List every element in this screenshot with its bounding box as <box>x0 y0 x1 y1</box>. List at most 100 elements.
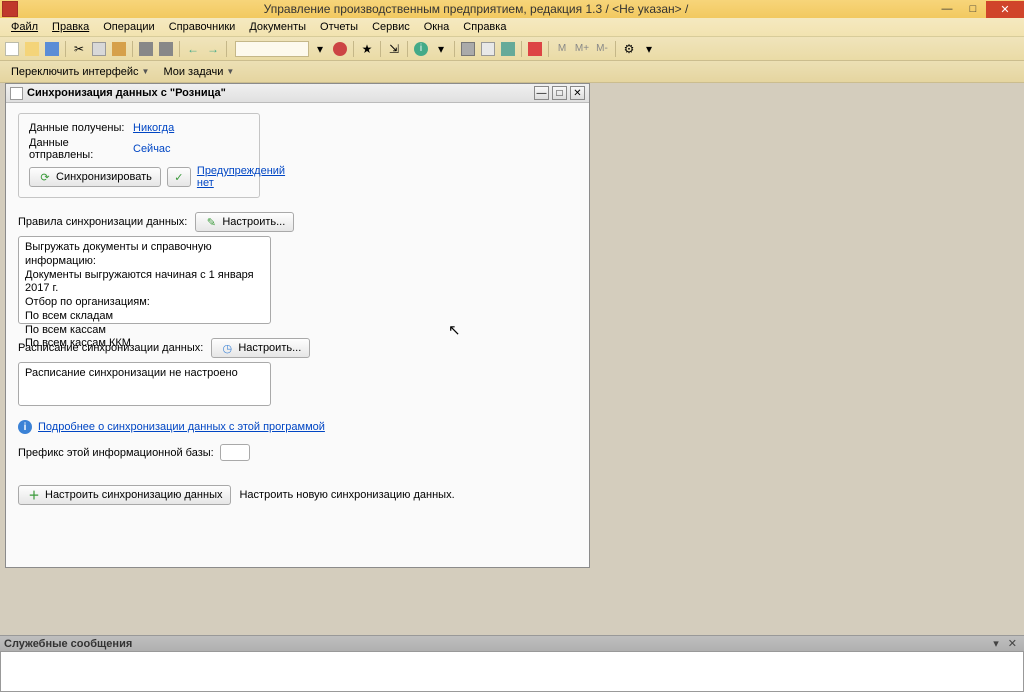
sent-value: Сейчас <box>133 143 171 155</box>
menu-windows[interactable]: Окна <box>417 19 457 35</box>
menu-operations[interactable]: Операции <box>96 19 161 35</box>
menu-reports[interactable]: Отчеты <box>313 19 365 35</box>
paste-icon[interactable] <box>110 40 128 58</box>
m-minus-button[interactable]: M- <box>593 40 611 58</box>
calendar-icon[interactable] <box>479 40 497 58</box>
menu-bar: Файл Правка Операции Справочники Докумен… <box>0 18 1024 37</box>
schedule-textarea[interactable]: Расписание синхронизации не настроено <box>18 362 271 406</box>
rules-label: Правила синхронизации данных: <box>18 216 187 228</box>
help-icon[interactable]: i <box>412 40 430 58</box>
plus-icon: ＋ <box>27 488 41 502</box>
warnings-link[interactable]: Предупреждений нет <box>197 165 285 189</box>
rules-configure-label: Настроить... <box>222 216 285 228</box>
my-tasks-button[interactable]: Мои задачи ▼ <box>156 64 241 80</box>
maximize-button[interactable]: □ <box>960 1 986 18</box>
separator-icon <box>615 41 616 57</box>
received-label: Данные получены: <box>29 122 127 134</box>
chevron-down-icon: ▼ <box>226 67 234 76</box>
copy-icon[interactable] <box>90 40 108 58</box>
search-input[interactable] <box>235 41 309 57</box>
rules-line: По всем кассам <box>25 324 264 338</box>
schedule-label: Расписание синхронизации данных: <box>18 342 203 354</box>
dialog-body: Данные получены: Никогда Данные отправле… <box>6 103 589 567</box>
sync-button-label: Синхронизировать <box>56 171 152 183</box>
settings-icon[interactable]: ⚙ <box>620 40 638 58</box>
app-title: Управление производственным предприятием… <box>18 2 934 16</box>
new-icon[interactable] <box>3 40 21 58</box>
dialog-icon <box>10 87 23 100</box>
warning-icon: ✓ <box>172 170 186 184</box>
status-bar: Служебные сообщения ▾ ✕ <box>0 635 1024 692</box>
cut-icon[interactable]: ✂ <box>70 40 88 58</box>
rules-textarea[interactable]: Выгружать документы и справочную информа… <box>18 236 271 324</box>
separator-icon <box>380 41 381 57</box>
menu-service[interactable]: Сервис <box>365 19 417 35</box>
dialog-maximize-button[interactable]: □ <box>552 86 567 100</box>
separator-icon <box>548 41 549 57</box>
info-icon: i <box>18 420 32 434</box>
configure-sync-button[interactable]: ＋ Настроить синхронизацию данных <box>18 485 231 505</box>
separator-icon <box>132 41 133 57</box>
sync-dialog: Синхронизация данных с "Розница" — □ ✕ Д… <box>5 83 590 568</box>
prefix-input[interactable] <box>220 444 250 461</box>
print-preview-icon[interactable] <box>157 40 175 58</box>
refresh-icon: ⟳ <box>38 170 52 184</box>
dialog-titlebar: Синхронизация данных с "Розница" — □ ✕ <box>6 84 589 103</box>
favorite-icon[interactable]: ★ <box>358 40 376 58</box>
print-icon[interactable] <box>137 40 155 58</box>
more-info-link[interactable]: Подробнее о синхронизации данных с этой … <box>38 421 325 433</box>
warnings-button[interactable]: ✓ <box>167 167 191 187</box>
schedule-text: Расписание синхронизации не настроено <box>25 367 264 381</box>
clock-icon: ◷ <box>220 341 234 355</box>
menu-documents[interactable]: Документы <box>242 19 313 35</box>
menu-help[interactable]: Справка <box>456 19 513 35</box>
rules-line: Выгружать документы и справочную информа… <box>25 241 264 269</box>
status-minimize-button[interactable]: ▾ <box>990 637 1002 650</box>
separator-icon <box>179 41 180 57</box>
configure-sync-hint: Настроить новую синхронизацию данных. <box>239 489 454 501</box>
separator-icon <box>407 41 408 57</box>
my-tasks-label: Мои задачи <box>163 66 223 78</box>
m-button[interactable]: M <box>553 40 571 58</box>
menu-references[interactable]: Справочники <box>162 19 243 35</box>
rules-configure-button[interactable]: ✎ Настроить... <box>195 212 294 232</box>
title-bar: Управление производственным предприятием… <box>0 0 1024 18</box>
menu-edit[interactable]: Правка <box>45 19 96 35</box>
prefix-label: Префикс этой информационной базы: <box>18 447 214 459</box>
save-icon[interactable] <box>43 40 61 58</box>
status-title: Служебные сообщения <box>4 638 990 650</box>
schedule-configure-label: Настроить... <box>238 342 301 354</box>
separator-icon <box>226 41 227 57</box>
separator-icon <box>353 41 354 57</box>
received-value-link[interactable]: Никогда <box>133 122 174 134</box>
undo-icon[interactable]: ← <box>184 40 202 58</box>
m-plus-button[interactable]: M+ <box>573 40 591 58</box>
chevron-down-icon: ▼ <box>142 67 150 76</box>
search-dropdown-icon[interactable]: ▾ <box>311 40 329 58</box>
app-icon <box>2 1 18 17</box>
redo-icon[interactable]: → <box>204 40 222 58</box>
sync-button[interactable]: ⟳ Синхронизировать <box>29 167 161 187</box>
schedule-configure-button[interactable]: ◷ Настроить... <box>211 338 310 358</box>
settings-dropdown-icon[interactable]: ▾ <box>640 40 658 58</box>
grid-icon[interactable] <box>499 40 517 58</box>
minimize-button[interactable]: — <box>934 1 960 18</box>
open-icon[interactable] <box>23 40 41 58</box>
dialog-close-button[interactable]: ✕ <box>570 86 585 100</box>
stop-icon[interactable] <box>331 40 349 58</box>
sent-label: Данные отправлены: <box>29 137 127 161</box>
sub-toolbar: Переключить интерфейс ▼ Мои задачи ▼ <box>0 61 1024 83</box>
dialog-minimize-button[interactable]: — <box>534 86 549 100</box>
status-close-button[interactable]: ✕ <box>1005 637 1020 650</box>
switch-interface-button[interactable]: Переключить интерфейс ▼ <box>4 64 156 80</box>
menu-file[interactable]: Файл <box>4 19 45 35</box>
rules-line: По всем складам <box>25 310 264 324</box>
external-icon[interactable]: ⇲ <box>385 40 403 58</box>
close-button[interactable]: ✕ <box>986 1 1024 18</box>
status-body <box>0 652 1024 692</box>
switch-interface-label: Переключить интерфейс <box>11 66 139 78</box>
toolbar: ✂ ← → ▾ ★ ⇲ i ▾ M M+ M- ⚙ ▾ <box>0 37 1024 61</box>
user-icon[interactable] <box>526 40 544 58</box>
help-dropdown-icon[interactable]: ▾ <box>432 40 450 58</box>
calc-icon[interactable] <box>459 40 477 58</box>
